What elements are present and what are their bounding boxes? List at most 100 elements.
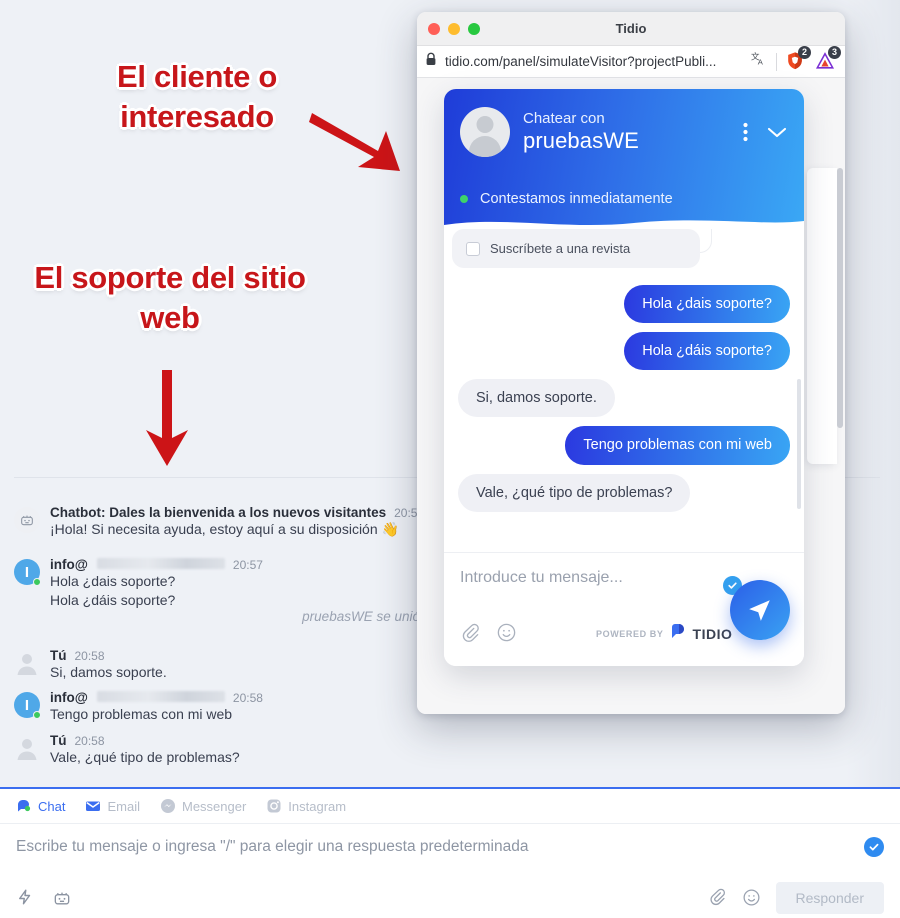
avatar-placeholder-icon <box>17 654 37 675</box>
newsletter-label: Suscríbete a una revista <box>490 241 631 256</box>
message-row-visitor: I info@ 20:57 Hola ¿dais soporte? Hola ¿… <box>14 557 263 610</box>
message-sender: info@ <box>50 690 88 705</box>
message-text: Tengo problemas con mi web <box>50 706 233 722</box>
message-text: Vale, ¿qué tipo de problemas? <box>50 749 240 765</box>
you-avatar <box>14 650 40 676</box>
send-icon[interactable] <box>730 580 790 640</box>
message-row-chatbot: Chatbot: Dales la bienvenida a los nuevo… <box>14 505 424 539</box>
message-bubble: Si, damos soporte. <box>458 379 615 418</box>
redacted-email <box>96 691 225 702</box>
visitor-avatar: I <box>14 559 41 586</box>
paperclip-icon[interactable] <box>460 623 480 648</box>
warning-triangle-icon[interactable]: 3 <box>815 45 841 73</box>
brave-shields-badge: 2 <box>798 45 811 59</box>
chat-widget: Chatear con pruebasWE Contestamos inmedi… <box>444 89 804 666</box>
warning-triangle-badge: 3 <box>828 45 841 59</box>
emoji-icon[interactable] <box>496 622 517 648</box>
channel-tab-chat[interactable]: Chat <box>16 798 65 814</box>
browser-omnibar[interactable]: tidio.com/panel/simulateVisitor?projectP… <box>417 45 845 78</box>
lock-icon <box>425 52 437 71</box>
channel-tab-label: Chat <box>38 798 66 814</box>
message-sender: info@ <box>50 557 88 572</box>
widget-greeting: Chatear con <box>523 110 605 128</box>
widget-messages[interactable]: Suscríbete a una revista Hola ¿dais sopo… <box>444 229 804 552</box>
kebab-menu-icon[interactable] <box>743 122 748 147</box>
message-sender: Chatbot: Dales la bienvenida a los nuevo… <box>50 505 387 520</box>
check-circle-icon[interactable] <box>864 837 884 857</box>
online-dot-icon <box>460 195 468 203</box>
toolbar-divider <box>776 52 777 71</box>
composer-input-row[interactable]: Escribe tu mensaje o ingresa "/" para el… <box>0 824 900 880</box>
browser-page: Chatear con pruebasWE Contestamos inmedi… <box>417 78 845 714</box>
window-controls <box>428 22 480 35</box>
lightning-icon[interactable] <box>16 888 36 908</box>
close-icon[interactable] <box>428 22 440 35</box>
browser-titlebar: Tidio <box>417 12 845 46</box>
composer-actions: Responder <box>0 878 900 918</box>
channel-tab-label: Instagram <box>288 798 347 814</box>
page-scrollbar[interactable] <box>837 168 843 428</box>
newsletter-card[interactable]: Suscríbete a una revista <box>452 229 700 268</box>
bubble-row: Hola ¿dáis soporte? <box>458 332 790 371</box>
message-bubble: Hola ¿dais soporte? <box>624 285 790 324</box>
message-sender: Tú <box>50 733 67 748</box>
message-time: 20:57 <box>232 558 263 572</box>
messenger-icon <box>160 798 176 814</box>
channel-tab-messenger[interactable]: Messenger <box>160 798 246 814</box>
online-dot-icon <box>33 578 41 586</box>
online-dot-icon <box>33 711 41 719</box>
visitor-avatar: I <box>14 692 41 719</box>
widget-header: Chatear con pruebasWE Contestamos inmedi… <box>444 89 804 230</box>
channel-tab-label: Email <box>107 798 140 814</box>
message-text: Hola ¿dais soporte? <box>50 573 176 589</box>
message-bubble: Tengo problemas con mi web <box>565 426 790 465</box>
brave-shields-icon[interactable]: 2 <box>785 45 811 73</box>
message-row-you: Tú 20:58 Si, damos soporte. <box>14 648 167 682</box>
channel-tabs: Chat Email Messenger Instagram <box>0 789 900 824</box>
powered-by: POWERED BY TIDIO <box>596 624 732 644</box>
avatar-placeholder-icon <box>17 739 37 760</box>
powered-by-label: POWERED BY <box>596 629 664 639</box>
reply-button[interactable]: Responder <box>775 882 884 914</box>
chevron-down-icon[interactable] <box>766 125 788 144</box>
paperclip-icon[interactable] <box>708 888 728 908</box>
message-row-visitor: I info@ 20:58 Tengo problemas con mi web <box>14 690 263 724</box>
translate-icon[interactable]: 文 A <box>751 51 768 73</box>
tidio-logo-icon <box>670 624 687 644</box>
redacted-email <box>96 558 225 569</box>
message-text: Si, damos soporte. <box>50 664 167 680</box>
tidio-brand: TIDIO <box>692 626 733 642</box>
instagram-icon <box>266 798 282 814</box>
chatbot-icon[interactable] <box>52 888 72 908</box>
widget-status: Contestamos inmediatamente <box>480 191 673 207</box>
message-row-you: Tú 20:58 Vale, ¿qué tipo de problemas? <box>14 733 240 767</box>
message-time: 20:58 <box>74 734 105 748</box>
browser-title: Tidio <box>615 21 647 36</box>
message-time: 20:58 <box>74 649 105 663</box>
background-panel <box>807 168 837 464</box>
widget-footer: Introduce tu mensaje... POWERED BY TIDIO <box>444 552 804 666</box>
svg-text:A: A <box>758 57 764 66</box>
bubble-row: Hola ¿dais soporte? <box>458 285 790 324</box>
address-bar[interactable]: tidio.com/panel/simulateVisitor?projectP… <box>445 54 743 69</box>
widget-operator-name: pruebasWE <box>523 127 639 153</box>
minimize-icon[interactable] <box>448 22 460 35</box>
screenshot-root: El cliente o interesado El soporte del s… <box>0 0 900 918</box>
bubble-list: Hola ¿dais soporte? Hola ¿dáis soporte? … <box>458 285 790 521</box>
message-bubble: Hola ¿dáis soporte? <box>624 332 790 371</box>
maximize-icon[interactable] <box>468 22 480 35</box>
channel-tab-email[interactable]: Email <box>85 798 140 814</box>
message-bubble: Vale, ¿qué tipo de problemas? <box>458 473 691 512</box>
chatbot-icon <box>14 507 40 533</box>
newsletter-checkbox[interactable] <box>466 241 480 256</box>
avatar <box>460 107 510 157</box>
emoji-icon[interactable] <box>742 888 762 908</box>
message-input[interactable]: Escribe tu mensaje o ingresa "/" para el… <box>16 838 884 856</box>
channel-tab-label: Messenger <box>181 798 247 814</box>
channel-tab-instagram[interactable]: Instagram <box>266 798 346 814</box>
bubble-row: Si, damos soporte. <box>458 379 790 418</box>
operator-composer: Chat Email Messenger Instagram Escribe t… <box>0 787 900 918</box>
header-wave-shape <box>444 220 804 230</box>
widget-scrollbar[interactable] <box>797 379 801 509</box>
message-sender: Tú <box>50 648 67 663</box>
